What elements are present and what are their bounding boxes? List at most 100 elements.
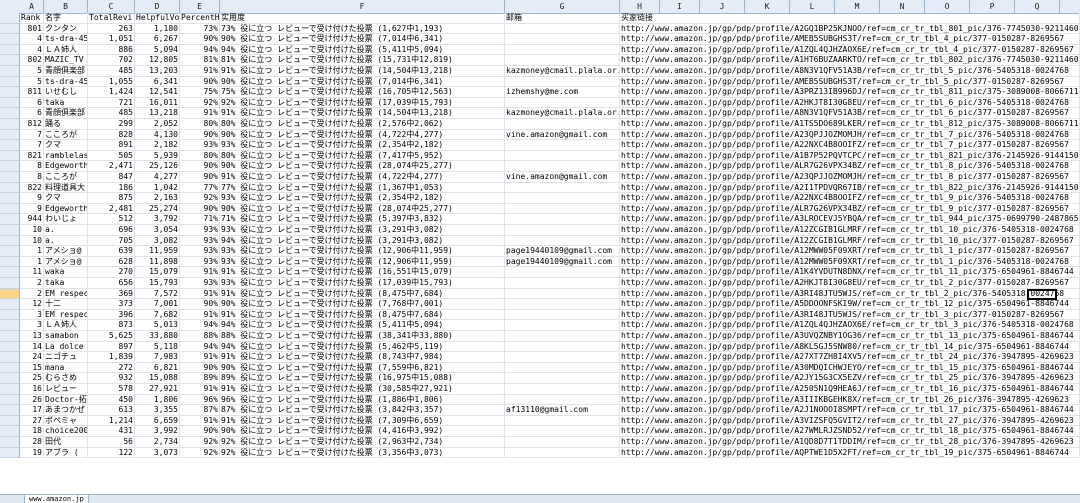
table-cell[interactable]: 2,481 [88,203,135,215]
table-cell[interactable]: http://www.amazon.jp/gp/pdp/profile/A3PR… [620,87,1080,98]
table-cell[interactable]: 71% [180,214,220,225]
row-header[interactable] [0,394,20,406]
table-cell[interactable]: http://www.amazon.jp/gp/pdp/profile/A3RI… [620,309,1080,321]
column-header-q[interactable]: Q [1015,0,1060,13]
table-cell[interactable]: 5 [20,76,44,88]
table-cell[interactable]: 2,471 [88,161,135,172]
table-cell[interactable]: ポペミャ [44,415,88,427]
table-cell[interactable]: あまつかぜ [44,405,88,416]
row-header[interactable] [0,76,20,88]
table-cell[interactable]: 90% 役に立つ レビューで受け付けた投票 (4,722中4,277) [220,129,505,141]
table-cell[interactable]: 91% [180,384,220,395]
table-cell[interactable]: 12 [20,299,44,310]
spreadsheet[interactable]: ABCDEFGHIJKLMNOPQ Rank 名字 TotalRevi Helpful… [0,0,1080,503]
table-cell[interactable]: 90% [180,129,220,141]
row-header[interactable] [0,278,20,289]
table-cell[interactable]: 92% 役に立つ レビューで受け付けた投票 (17,039中15,793) [220,97,505,109]
table-cell[interactable]: 77% [180,182,220,194]
table-cell[interactable]: 7,983 [135,352,180,363]
table-cell[interactable]: ＬＡ姉人 [44,320,88,331]
row-header[interactable] [0,140,20,151]
table-cell[interactable]: 4,277 [135,172,180,183]
table-cell[interactable]: 94% 役に立つ レビューで受け付けた投票 (5,411中5,094) [220,44,505,56]
table-cell[interactable]: 87% [180,405,220,416]
table-cell[interactable]: 13,218 [135,108,180,119]
table-cell[interactable] [505,97,620,109]
table-cell[interactable]: 2,734 [135,437,180,448]
table-cell[interactable]: 80% [180,119,220,130]
table-cell[interactable]: 33,880 [135,331,180,342]
row-header[interactable] [0,331,20,342]
column-header-d[interactable]: D [135,0,180,13]
table-cell[interactable]: http://www.amazon.jp/gp/pdp/profile/A3II… [620,394,1080,406]
row-header[interactable] [0,119,20,130]
table-cell[interactable]: 11 [20,267,44,278]
row-header[interactable] [0,373,20,384]
table-cell[interactable]: 2,163 [135,193,180,204]
table-cell[interactable]: 93% 役に立つ レビューで受け付けた投票 (12,906中11,959) [220,256,505,268]
table-cell[interactable]: 431 [88,426,135,437]
table-cell[interactable]: 25 [20,373,44,384]
table-cell[interactable]: 92% [180,97,220,109]
table-cell[interactable] [505,225,620,236]
table-cell[interactable]: 料理道具大 [44,182,88,194]
table-cell[interactable]: 17 [20,405,44,416]
table-cell[interactable]: 90% 役に立つ レビューで受け付けた投票 (7,768中7,001) [220,299,505,310]
table-cell[interactable]: http://www.amazon.jp/gp/pdp/profile/A1B7… [620,150,1080,162]
table-cell[interactable]: 7,572 [135,288,180,300]
table-cell[interactable]: 1 [20,246,44,257]
table-cell[interactable]: 87% 役に立つ レビューで受け付けた投票 (3,842中3,357) [220,405,505,416]
table-cell[interactable]: 811 [20,87,44,98]
table-cell[interactable]: レビュー [44,384,88,395]
column-header-n[interactable]: N [880,0,925,13]
table-cell[interactable]: 91% [180,267,220,278]
table-cell[interactable]: 1,806 [135,394,180,406]
table-cell[interactable]: 5,094 [135,44,180,56]
table-cell[interactable]: 3,355 [135,405,180,416]
table-cell[interactable] [505,362,620,374]
table-cell[interactable]: 青顔俱楽部 [44,66,88,77]
table-cell[interactable]: 91% 役に立つ レビューで受け付けた投票 (30,585中27,921) [220,384,505,395]
table-cell[interactable]: 88% 役に立つ レビューで受け付けた投票 (38,341中33,880) [220,331,505,342]
table-cell[interactable]: 93% 役に立つ レビューで受け付けた投票 (2,354中2,182) [220,140,505,151]
table-cell[interactable]: 90% [180,426,220,437]
table-cell[interactable]: ニゴチュ [44,352,88,363]
column-header-g[interactable]: G [505,0,620,13]
table-cell[interactable]: 5 [20,66,44,77]
table-cell[interactable]: taka [44,97,88,109]
table-cell[interactable]: http://www.amazon.jp/gp/pdp/profile/A23Q… [620,129,1080,141]
table-cell[interactable]: 93% 役に立つ レビューで受け付けた投票 (3,291中3,082) [220,225,505,236]
table-cell[interactable]: http://www.amazon.jp/gp/pdp/profile/A2JY… [620,373,1080,384]
table-cell[interactable]: http://www.amazon.jp/gp/pdp/profile/A8KL… [620,341,1080,353]
table-cell[interactable]: 639 [88,246,135,257]
table-cell[interactable]: ＬＡ姉人 [44,44,88,56]
table-cell[interactable] [505,140,620,151]
table-cell[interactable] [505,150,620,162]
table-cell[interactable]: 94% 役に立つ レビューで受け付けた投票 (5,462中5,119) [220,341,505,353]
table-cell[interactable]: 4 [20,34,44,45]
table-cell[interactable]: 873 [88,320,135,331]
table-cell[interactable]: 91% [180,288,220,300]
table-cell[interactable]: 450 [88,394,135,406]
table-cell[interactable]: 90% 役に立つ レビューで受け付けた投票 (7,559中6,821) [220,362,505,374]
table-cell[interactable]: vine.amazon@gmail.com [505,129,620,141]
table-cell[interactable]: 6,341 [135,76,180,88]
column-header-o[interactable]: O [925,0,970,13]
table-cell[interactable]: vine.amazon@gmail.com [505,172,620,183]
table-cell[interactable]: samabon [44,331,88,342]
table-cell[interactable]: 91% 役に立つ レビューで受け付けた投票 (8,475中7,684) [220,288,505,300]
table-cell[interactable]: 3,992 [135,426,180,437]
table-cell[interactable]: 24 [20,352,44,363]
table-cell[interactable]: http://www.amazon.jp/gp/pdp/profile/A1ZQ… [620,44,1080,56]
table-cell[interactable]: 3,073 [135,447,180,459]
table-cell[interactable]: 11,898 [135,256,180,268]
table-cell[interactable]: 656 [88,278,135,289]
table-cell[interactable]: http://www.amazon.jp/gp/pdp/profile/A8N3… [620,66,1080,77]
table-cell[interactable]: 801 [20,23,44,35]
table-cell[interactable]: 91% [180,415,220,427]
row-header[interactable] [0,362,20,374]
table-cell[interactable]: Edgeworth [44,203,88,215]
table-cell[interactable]: 944 [20,214,44,225]
table-cell[interactable]: 91% 役に立つ レビューで受け付けた投票 (8,743中7,984) [220,352,505,363]
row-header[interactable] [0,405,20,416]
